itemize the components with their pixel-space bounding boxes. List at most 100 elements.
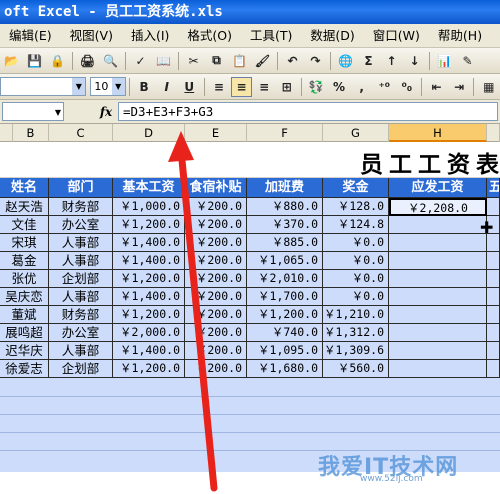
decrease-decimal-icon[interactable]: ⁰₀ <box>397 77 418 97</box>
undo-icon[interactable]: ↶ <box>282 51 303 71</box>
cell-gross-pay[interactable] <box>389 306 487 324</box>
menu-edit[interactable]: 编辑(E) <box>0 24 61 48</box>
cell-bonus[interactable]: ￥124.8 <box>323 216 389 234</box>
open-icon[interactable]: 📂 <box>1 51 22 71</box>
cell-meal-allowance[interactable]: ￥200.0 <box>185 342 247 360</box>
copy-icon[interactable]: ⧉ <box>206 51 227 71</box>
cell-overtime[interactable]: ￥370.0 <box>247 216 323 234</box>
cell-gross-pay[interactable] <box>389 252 487 270</box>
cut-icon[interactable]: ✂ <box>183 51 204 71</box>
borders-icon[interactable]: ▦ <box>478 77 499 97</box>
italic-button[interactable]: I <box>156 77 177 97</box>
cell-meal-allowance[interactable]: ￥200.0 <box>185 360 247 378</box>
cell-meal-allowance[interactable]: ￥200.0 <box>185 198 247 216</box>
cell-department[interactable]: 人事部 <box>49 342 113 360</box>
cell-name[interactable]: 宋琪 <box>0 234 49 252</box>
align-left-icon[interactable]: ≡ <box>209 77 230 97</box>
print-preview-icon[interactable]: 🔍 <box>100 51 121 71</box>
cell-name[interactable]: 董斌 <box>0 306 49 324</box>
research-icon[interactable]: 📖 <box>153 51 174 71</box>
increase-decimal-icon[interactable]: ⁺⁰ <box>374 77 395 97</box>
autosum-icon[interactable]: Σ <box>358 51 379 71</box>
header-bonus[interactable]: 奖金 <box>323 178 389 198</box>
formula-input[interactable]: =D3+E3+F3+G3 <box>118 102 498 121</box>
cell-next[interactable] <box>487 324 500 342</box>
cell-department[interactable]: 办公室 <box>49 324 113 342</box>
cell-meal-allowance[interactable]: ￥200.0 <box>185 288 247 306</box>
cell-overtime[interactable]: ￥1,680.0 <box>247 360 323 378</box>
cell-base-salary[interactable]: ￥1,400.0 <box>113 288 185 306</box>
cell-gross-pay[interactable] <box>389 360 487 378</box>
spelling-icon[interactable]: ✓ <box>130 51 151 71</box>
sort-ascending-icon[interactable]: ↑ <box>381 51 402 71</box>
cell-base-salary[interactable]: ￥1,200.0 <box>113 270 185 288</box>
column-header-f[interactable]: F <box>247 124 323 142</box>
cell-overtime[interactable]: ￥2,010.0 <box>247 270 323 288</box>
currency-icon[interactable]: 💱 <box>306 77 327 97</box>
chart-wizard-icon[interactable]: 📊 <box>434 51 455 71</box>
cell-overtime[interactable]: ￥1,065.0 <box>247 252 323 270</box>
cell-bonus[interactable]: ￥560.0 <box>323 360 389 378</box>
print-icon[interactable]: 🖨 <box>77 51 98 71</box>
header-base-salary[interactable]: 基本工资 <box>113 178 185 198</box>
cell-department[interactable]: 办公室 <box>49 216 113 234</box>
cell-name[interactable]: 徐爱志 <box>0 360 49 378</box>
cell-gross-pay[interactable] <box>389 342 487 360</box>
cell-name[interactable]: 文佳 <box>0 216 49 234</box>
cell-overtime[interactable]: ￥1,200.0 <box>247 306 323 324</box>
cell-bonus[interactable]: ￥0.0 <box>323 288 389 306</box>
cell-name[interactable]: 赵天浩 <box>0 198 49 216</box>
cell-meal-allowance[interactable]: ￥200.0 <box>185 252 247 270</box>
font-size-select[interactable]: 10 ▼ <box>90 77 126 96</box>
cell-next[interactable] <box>487 270 500 288</box>
header-name[interactable]: 姓名 <box>0 178 49 198</box>
menu-view[interactable]: 视图(V) <box>61 24 122 48</box>
decrease-indent-icon[interactable]: ⇤ <box>426 77 447 97</box>
menu-window[interactable]: 窗口(W) <box>364 24 429 48</box>
cell-gross-pay[interactable] <box>389 270 487 288</box>
menu-insert[interactable]: 插入(I) <box>122 24 178 48</box>
header-gross-pay[interactable]: 应发工资 <box>389 178 487 198</box>
cell-name[interactable]: 吴庆恋 <box>0 288 49 306</box>
align-right-icon[interactable]: ≡ <box>254 77 275 97</box>
align-center-icon[interactable]: ≡ <box>231 76 252 97</box>
cell-meal-allowance[interactable]: ￥200.0 <box>185 306 247 324</box>
cell-department[interactable]: 企划部 <box>49 360 113 378</box>
cell-department[interactable]: 企划部 <box>49 270 113 288</box>
format-painter-icon[interactable]: 🖌 <box>252 51 273 71</box>
cell-next[interactable] <box>487 306 500 324</box>
column-header-c[interactable]: C <box>49 124 113 142</box>
bold-button[interactable]: B <box>134 77 155 97</box>
cell-gross-pay[interactable] <box>389 324 487 342</box>
merge-center-icon[interactable]: ⊞ <box>276 77 297 97</box>
column-header-d[interactable]: D <box>113 124 185 142</box>
active-cell-h3[interactable]: ￥2,208.0 <box>389 198 487 216</box>
save-icon[interactable]: 💾 <box>24 51 45 71</box>
column-header-h[interactable]: H <box>389 124 487 142</box>
cell-name[interactable]: 张优 <box>0 270 49 288</box>
cell-gross-pay[interactable] <box>389 216 487 234</box>
cell-bonus[interactable]: ￥0.0 <box>323 234 389 252</box>
comma-button[interactable]: , <box>351 77 372 97</box>
menu-format[interactable]: 格式(O) <box>178 24 241 48</box>
column-header-b[interactable]: B <box>13 124 49 142</box>
column-header-i[interactable] <box>487 124 500 142</box>
paste-icon[interactable]: 📋 <box>229 51 250 71</box>
cell-bonus[interactable]: ￥0.0 <box>323 252 389 270</box>
menu-help[interactable]: 帮助(H) <box>429 24 491 48</box>
header-next[interactable]: 五 <box>487 178 500 198</box>
cell-gross-pay[interactable] <box>389 234 487 252</box>
cell-base-salary[interactable]: ￥1,000.0 <box>113 198 185 216</box>
header-department[interactable]: 部门 <box>49 178 113 198</box>
drawing-icon[interactable]: ✎ <box>457 51 478 71</box>
sort-descending-icon[interactable]: ↓ <box>404 51 425 71</box>
cell-base-salary[interactable]: ￥1,400.0 <box>113 342 185 360</box>
redo-icon[interactable]: ↷ <box>305 51 326 71</box>
cell-next[interactable] <box>487 288 500 306</box>
font-name-select[interactable]: ▼ <box>0 77 87 96</box>
percent-button[interactable]: % <box>329 77 350 97</box>
fx-icon[interactable]: fx <box>94 105 118 119</box>
cell-base-salary[interactable]: ￥2,000.0 <box>113 324 185 342</box>
cell-overtime[interactable]: ￥880.0 <box>247 198 323 216</box>
name-box[interactable]: ▼ <box>2 102 64 121</box>
